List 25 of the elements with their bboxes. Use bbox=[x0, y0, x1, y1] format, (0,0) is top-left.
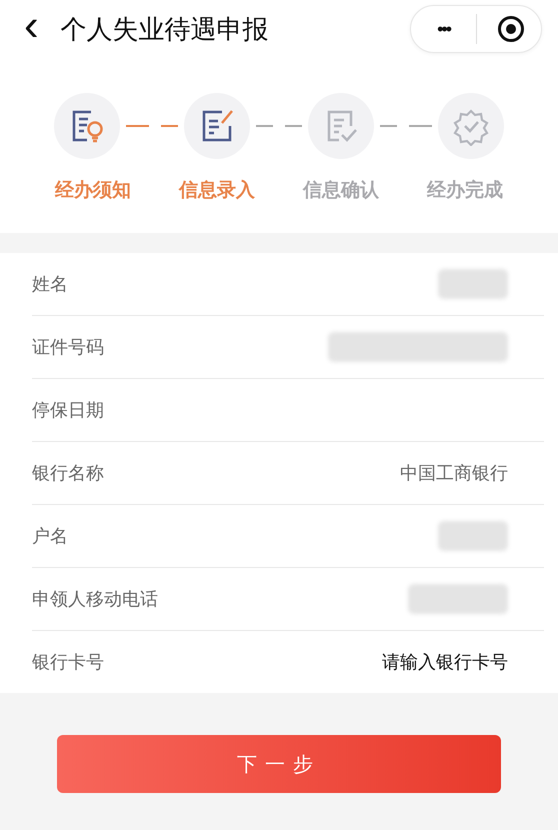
step-label: 信息确认 bbox=[303, 178, 379, 203]
field-label: 申领人移动电话 bbox=[32, 588, 158, 611]
more-button[interactable]: ••• bbox=[425, 18, 462, 40]
back-button[interactable]: ‹ bbox=[18, 4, 45, 54]
field-label: 银行卡号 bbox=[32, 651, 104, 674]
field-label: 银行名称 bbox=[32, 462, 104, 485]
close-icon[interactable] bbox=[497, 15, 525, 43]
step-label: 经办须知 bbox=[55, 178, 131, 203]
field-label: 停保日期 bbox=[32, 399, 104, 422]
step-connector bbox=[380, 125, 397, 127]
step-connector bbox=[126, 125, 149, 127]
field-value: 中国工商银行 bbox=[400, 462, 508, 485]
next-button[interactable]: 下一步 bbox=[57, 735, 501, 793]
step-connector bbox=[409, 125, 432, 127]
field-label: 姓名 bbox=[32, 273, 68, 296]
field-label: 户名 bbox=[32, 525, 68, 548]
step-connector bbox=[256, 125, 273, 127]
step-label: 信息录入 bbox=[179, 178, 255, 203]
step-connector bbox=[161, 125, 178, 127]
redaction-mask bbox=[438, 521, 508, 551]
field-label: 证件号码 bbox=[32, 336, 104, 359]
page-title: 个人失业待遇申报 bbox=[60, 14, 270, 46]
redaction-mask bbox=[438, 269, 508, 299]
step-connector bbox=[285, 125, 302, 127]
step-label: 经办完成 bbox=[427, 178, 503, 203]
